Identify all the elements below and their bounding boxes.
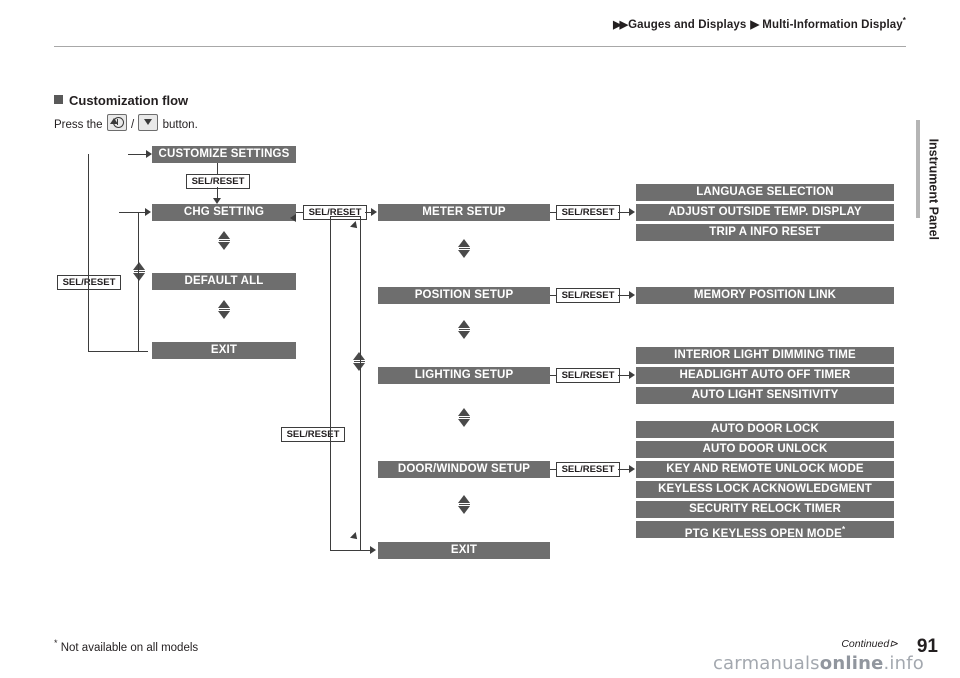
arrowhead-diag-exit [350,532,360,542]
flow-box-trip-a-info-reset[interactable]: TRIP A INFO RESET [636,224,894,241]
updown-arrows-5 [446,408,482,427]
line-mid-loop-vert2 [360,216,361,550]
sel-reset-label-position: SEL/RESET [556,288,620,303]
updown-arrows-loop [341,352,377,371]
flow-box-key-remote-unlock[interactable]: KEY AND REMOTE UNLOCK MODE [636,461,894,478]
arrowhead-right3 [629,371,635,379]
flow-box-language-selection[interactable]: LANGUAGE SELECTION [636,184,894,201]
sel-reset-label-door: SEL/RESET [556,462,620,477]
flow-box-exit-left[interactable]: EXIT [152,342,296,359]
arrowhead-customize [146,150,152,158]
flow-box-keyless-lock-ack[interactable]: KEYLESS LOCK ACKNOWLEDGMENT [636,481,894,498]
updown-arrows-2 [206,300,242,319]
line-position-to-sel [550,295,557,296]
flow-box-auto-light-sensitivity[interactable]: AUTO LIGHT SENSITIVITY [636,387,894,404]
watermark-part-b: online [819,653,884,674]
ptg-keyless-open-label: PTG KEYLESS OPEN MODE [684,527,842,538]
arrowhead-right4 [629,465,635,473]
continued-text: Continued [841,638,890,650]
flow-box-interior-light-dimming[interactable]: INTERIOR LIGHT DIMMING TIME [636,347,894,364]
flow-box-door-window-setup[interactable]: DOOR/WINDOW SETUP [378,461,550,478]
sel-reset-label-lighting: SEL/RESET [556,368,620,383]
flow-box-exit-mid[interactable]: EXIT [378,542,550,559]
flow-box-headlight-auto-off[interactable]: HEADLIGHT AUTO OFF TIMER [636,367,894,384]
line-left-col [138,212,139,352]
footnote-text: Not available on all models [60,642,199,654]
line-left-spine-bottom [88,351,148,352]
watermark-part-a: carmanuals [712,653,820,674]
watermark-part-c: .info [883,653,924,674]
line-left-spine [88,154,89,352]
sel-reset-label-2: SEL/RESET [303,205,367,220]
updown-arrows-4 [446,320,482,339]
sel-reset-label-left: SEL/RESET [57,275,121,290]
line-cs-to-sel [217,163,218,175]
line-in-customize [128,154,148,155]
sel-reset-label-1: SEL/RESET [186,174,250,189]
arrowhead-right1 [629,208,635,216]
flow-box-ptg-keyless-open[interactable]: PTG KEYLESS OPEN MODE* [636,521,894,538]
line-sel-left-to-chg [119,212,147,213]
flow-box-memory-position-link[interactable]: MEMORY POSITION LINK [636,287,894,304]
flow-box-position-setup[interactable]: POSITION SETUP [378,287,550,304]
line-meter-to-sel [550,212,557,213]
arrowhead-chg-left [145,208,151,216]
line-mid-loop-top [330,216,360,217]
flow-box-adjust-outside-temp[interactable]: ADJUST OUTSIDE TEMP. DISPLAY [636,204,894,221]
flow-box-customize-settings[interactable]: CUSTOMIZE SETTINGS [152,146,296,163]
line-mid-loop-bottom [330,550,372,551]
flow-box-security-relock-timer[interactable]: SECURITY RELOCK TIMER [636,501,894,518]
flow-box-meter-setup[interactable]: METER SETUP [378,204,550,221]
flow-box-default-all[interactable]: DEFAULT ALL [152,273,296,290]
line-lighting-to-sel [550,375,557,376]
updown-arrows-left [126,262,152,281]
updown-arrows-6 [446,495,482,514]
ptg-footnote-marker: * [841,525,846,534]
flow-box-lighting-setup[interactable]: LIGHTING SETUP [378,367,550,384]
flow-box-auto-door-unlock[interactable]: AUTO DOOR UNLOCK [636,441,894,458]
flow-box-auto-door-lock[interactable]: AUTO DOOR LOCK [636,421,894,438]
updown-arrows-1 [206,231,242,250]
sel-reset-label-meter: SEL/RESET [556,205,620,220]
arrowhead-back-chg [290,214,296,222]
sel-reset-label-loop: SEL/RESET [281,427,345,442]
line-mid-loop-vert [330,216,331,550]
arrowhead-exit-mid [370,546,376,554]
arrowhead-diag-meter [350,221,360,231]
updown-arrows-3 [446,239,482,258]
arrowhead-chg [213,198,221,204]
line-chg-to-sel2 [296,212,304,213]
arrowhead-meter [371,208,377,216]
flow-box-chg-setting[interactable]: CHG SETTING [152,204,296,221]
manual-page: ▶▶ Gauges and Displays ▶ Multi-Information … [0,0,960,678]
footnote-marker: * [54,638,58,649]
customization-flow-diagram: CUSTOMIZE SETTINGS SEL/RESET CHG SETTING… [0,0,960,678]
line-door-to-sel [550,469,557,470]
arrowhead-right2 [629,291,635,299]
page-footnote: * Not available on all models [54,638,198,654]
watermark: carmanualsonline.info [713,653,924,674]
continued-label: Continued⊳ [841,638,898,650]
